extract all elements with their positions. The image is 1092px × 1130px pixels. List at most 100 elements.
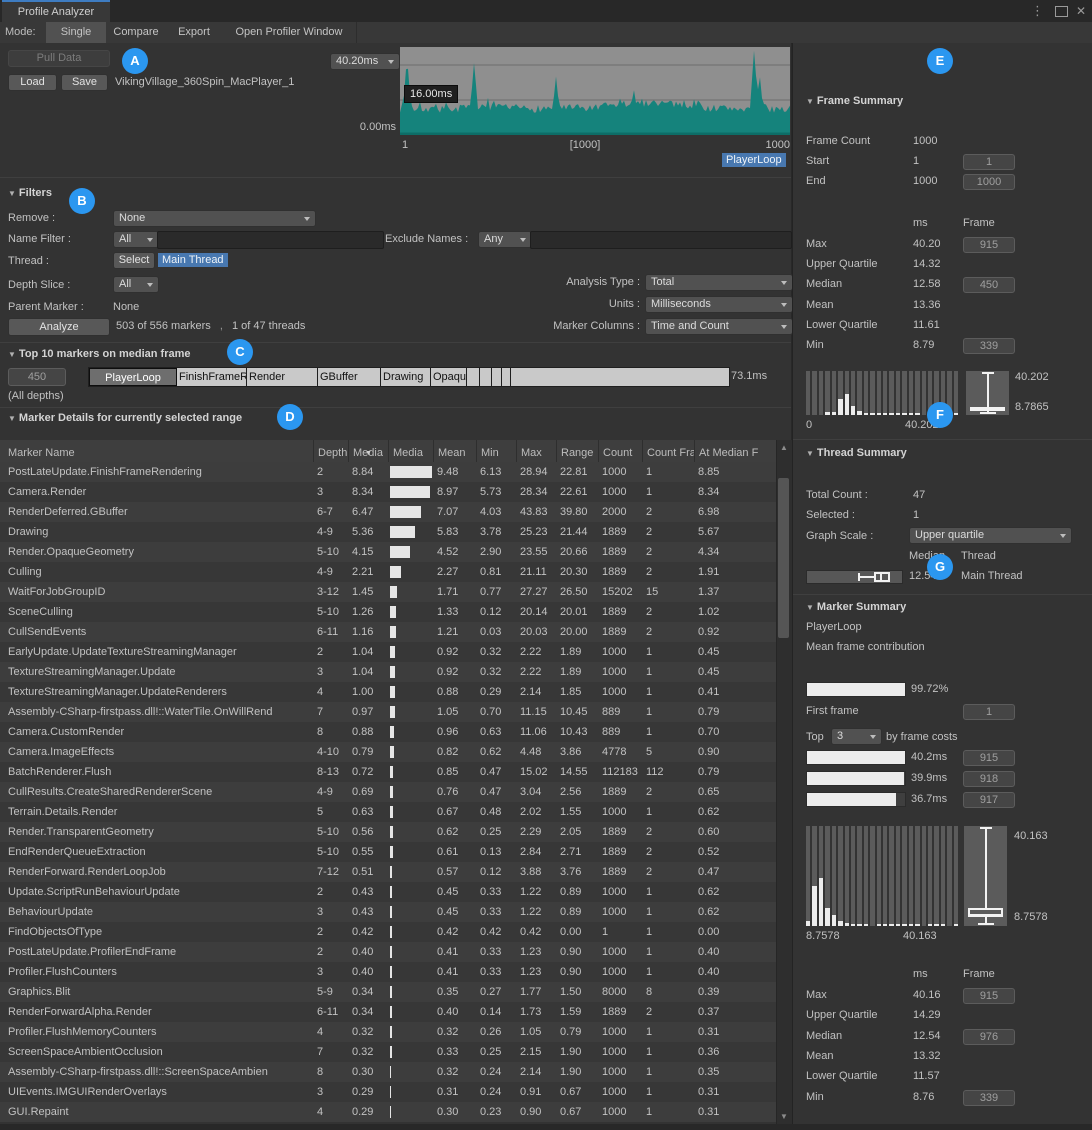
scroll-down-icon[interactable]: ▼ (780, 1112, 788, 1121)
column-header-10[interactable]: At Median F (694, 440, 776, 462)
pull-data-button[interactable]: Pull Data (8, 50, 110, 67)
thread-select-button[interactable]: Select (113, 252, 155, 269)
column-header-5[interactable]: Min (476, 440, 516, 462)
table-row[interactable]: Culling4-92.212.270.8121.1120.30188921.9… (0, 562, 776, 582)
top10-segment[interactable] (492, 368, 502, 386)
top10-segment[interactable]: Render (247, 368, 318, 386)
table-row[interactable]: Update.ScriptRunBehaviourUpdate20.430.45… (0, 882, 776, 902)
top10-segment[interactable] (467, 368, 480, 386)
exclude-names-input[interactable] (530, 231, 792, 249)
marker-summary-header[interactable]: ▼Marker Summary (806, 601, 906, 613)
graph-scale-dropdown-top[interactable]: 40.20ms (330, 53, 400, 70)
marker-stat-frame-button[interactable]: 339 (963, 1090, 1015, 1106)
table-row[interactable]: Drawing4-95.365.833.7825.2321.44188925.6… (0, 522, 776, 542)
column-header-6[interactable]: Max (516, 440, 556, 462)
table-row[interactable]: Render.OpaqueGeometry5-104.154.522.9023.… (0, 542, 776, 562)
table-row[interactable]: Assembly-CSharp-firstpass.dll!::ScreenSp… (0, 1062, 776, 1082)
table-row[interactable]: CullResults.CreateSharedRendererScene4-9… (0, 782, 776, 802)
filters-section-header[interactable]: ▼Filters (8, 187, 52, 199)
selected-marker-chip[interactable]: PlayerLoop (722, 153, 786, 167)
table-row[interactable]: FindObjectsOfType20.420.420.420.420.0011… (0, 922, 776, 942)
table-row[interactable]: CullSendEvents6-111.161.210.0320.0320.00… (0, 622, 776, 642)
top-frame-cost-button[interactable]: 918 (963, 771, 1015, 787)
scroll-up-icon[interactable]: ▲ (780, 443, 788, 452)
column-header-8[interactable]: Count (598, 440, 642, 462)
table-row[interactable]: Assembly-CSharp-firstpass.dll!::WaterTil… (0, 702, 776, 722)
table-row[interactable]: Terrain.Details.Render50.630.670.482.021… (0, 802, 776, 822)
table-row[interactable]: GUI.Repaint40.290.300.230.900.67100010.3… (0, 1102, 776, 1122)
top-n-dropdown[interactable]: 3 (831, 728, 882, 745)
thread-selected-chip[interactable]: Main Thread (158, 253, 228, 267)
table-row[interactable]: Camera.CustomRender80.880.960.6311.0610.… (0, 722, 776, 742)
table-row[interactable]: RenderForwardAlpha.Render6-110.340.400.1… (0, 1002, 776, 1022)
marker-stat-frame-button[interactable]: 915 (963, 988, 1015, 1004)
load-button[interactable]: Load (8, 74, 57, 91)
table-row[interactable]: TextureStreamingManager.Update31.040.920… (0, 662, 776, 682)
graph-scale-dropdown[interactable]: Upper quartile (909, 527, 1072, 544)
top-frame-cost-button[interactable]: 915 (963, 750, 1015, 766)
column-header-4[interactable]: Mean (433, 440, 476, 462)
top10-marker-bar[interactable]: PlayerLoopFinishFrameRRenderGBufferDrawi… (88, 367, 730, 387)
top10-section-header[interactable]: ▼Top 10 markers on median frame (8, 348, 191, 360)
table-row[interactable]: WaitForJobGroupID3-121.451.710.7727.2726… (0, 582, 776, 602)
thread-summary-header[interactable]: ▼Thread Summary (806, 447, 907, 459)
frame-stat-frame-button[interactable]: 450 (963, 277, 1015, 293)
table-row[interactable]: EndRenderQueueExtraction5-100.550.610.13… (0, 842, 776, 862)
name-filter-input[interactable] (157, 231, 384, 249)
table-row[interactable]: UIEvents.IMGUIRenderOverlays30.290.310.2… (0, 1082, 776, 1102)
analysis-type-dropdown[interactable]: Total (645, 274, 793, 291)
tab-profile-analyzer[interactable]: Profile Analyzer (2, 0, 110, 24)
top-frame-cost-button[interactable]: 917 (963, 792, 1015, 808)
analyze-button[interactable]: Analyze (8, 318, 110, 336)
top10-segment[interactable] (480, 368, 492, 386)
marker-columns-dropdown[interactable]: Time and Count (645, 318, 793, 335)
table-row[interactable]: EarlyUpdate.UpdateTextureStreamingManage… (0, 642, 776, 662)
table-row[interactable]: BehaviourUpdate30.430.450.331.220.891000… (0, 902, 776, 922)
column-header-2[interactable]: Media▼ (348, 440, 388, 462)
column-header-3[interactable]: Media (388, 440, 433, 462)
frame-stat-frame-button[interactable]: 339 (963, 338, 1015, 354)
scrollbar-thumb[interactable] (778, 478, 789, 638)
top10-segment[interactable]: FinishFrameR (177, 368, 247, 386)
top10-segment[interactable]: GBuffer (318, 368, 381, 386)
close-icon[interactable]: ✕ (1076, 4, 1086, 18)
toolbar-button-single[interactable]: Single (46, 22, 107, 43)
table-row[interactable]: Camera.ImageEffects4-100.790.820.624.483… (0, 742, 776, 762)
table-row[interactable]: BatchRenderer.Flush8-130.720.850.4715.02… (0, 762, 776, 782)
exclude-mode-dropdown[interactable]: Any (478, 231, 532, 248)
column-header-0[interactable]: Marker Name (0, 440, 313, 462)
table-row[interactable]: TextureStreamingManager.UpdateRenderers4… (0, 682, 776, 702)
toolbar-button-compare[interactable]: Compare (106, 22, 167, 43)
table-row[interactable]: RenderDeferred.GBuffer6-76.477.074.0343.… (0, 502, 776, 522)
units-dropdown[interactable]: Milliseconds (645, 296, 793, 313)
column-header-1[interactable]: Depth (313, 440, 348, 462)
name-filter-mode-dropdown[interactable]: All (113, 231, 159, 248)
toolbar-button-open-profiler-window[interactable]: Open Profiler Window (222, 22, 357, 43)
table-row[interactable]: PostLateUpdate.FinishFrameRendering28.84… (0, 462, 776, 482)
table-row[interactable]: RenderForward.RenderLoopJob7-120.510.570… (0, 862, 776, 882)
table-row[interactable]: SceneCulling5-101.261.330.1220.1420.0118… (0, 602, 776, 622)
table-row[interactable]: Graphics.Blit5-90.340.350.271.771.508000… (0, 982, 776, 1002)
top10-segment[interactable]: PlayerLoop (89, 368, 177, 386)
column-header-9[interactable]: Count Fra (642, 440, 694, 462)
column-header-7[interactable]: Range (556, 440, 598, 462)
frame-info-frame-button[interactable]: 1000 (963, 174, 1015, 190)
frame-time-graph[interactable] (400, 47, 790, 135)
first-frame-button[interactable]: 1 (963, 704, 1015, 720)
save-button[interactable]: Save (61, 74, 108, 91)
depth-slice-dropdown[interactable]: All (113, 276, 159, 293)
kebab-menu-icon[interactable]: ⋮ (1031, 4, 1044, 18)
table-row[interactable]: ScreenSpaceAmbientOcclusion70.320.330.25… (0, 1042, 776, 1062)
toolbar-button-export[interactable]: Export (166, 22, 223, 43)
table-row[interactable]: Render.TransparentGeometry5-100.560.620.… (0, 822, 776, 842)
table-row[interactable]: Profiler.FlushCounters30.400.410.331.230… (0, 962, 776, 982)
maximize-icon[interactable] (1055, 6, 1068, 17)
top10-segment[interactable]: Opaqu (431, 368, 467, 386)
frame-info-frame-button[interactable]: 1 (963, 154, 1015, 170)
marker-table-header[interactable]: Marker NameDepthMedia▼MediaMeanMinMaxRan… (0, 440, 776, 463)
table-row[interactable]: Profiler.FlushMemoryCounters40.320.320.2… (0, 1022, 776, 1042)
table-row[interactable]: PostLateUpdate.ProfilerEndFrame20.400.41… (0, 942, 776, 962)
top10-frame-button[interactable]: 450 (8, 368, 66, 386)
top10-segment[interactable]: Drawing (381, 368, 431, 386)
top10-segment[interactable] (502, 368, 511, 386)
